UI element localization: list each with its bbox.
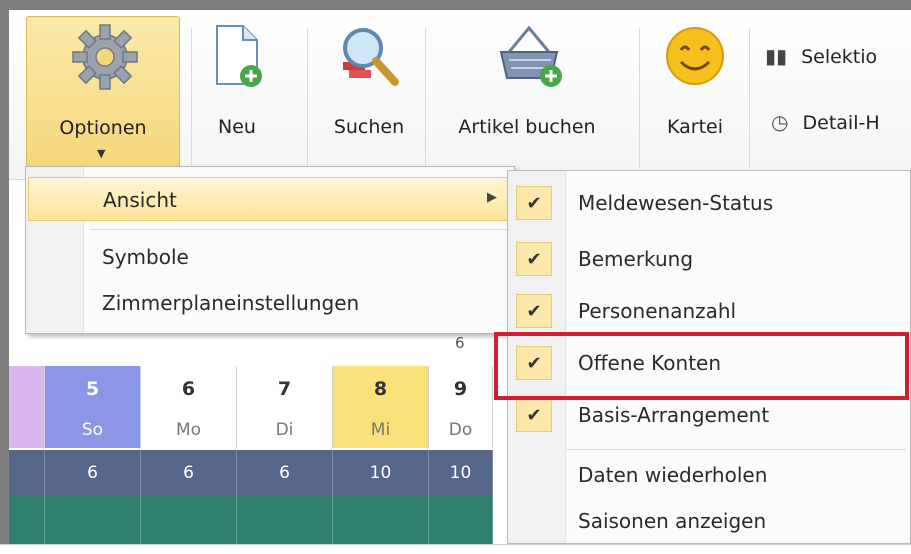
count-cell: 10: [333, 450, 429, 496]
smiley-icon: [666, 27, 724, 85]
detail-button[interactable]: ◷ Detail-H: [771, 110, 880, 134]
menu-item-label: Ansicht: [103, 188, 177, 212]
options-button[interactable]: Optionen ▼: [26, 16, 180, 174]
day-number-cell[interactable]: 8: [333, 366, 429, 412]
checkmark-icon: ✔: [516, 398, 552, 432]
calendar-status-row: [9, 496, 493, 544]
options-label: Optionen: [59, 117, 147, 139]
day-number-cell[interactable]: 7: [237, 366, 333, 412]
menu-item-room-plan-settings[interactable]: Zimmerplaneinstellungen: [28, 281, 512, 325]
menu-item-label: Saisonen anzeigen: [578, 509, 767, 533]
menu-item-repeat-data[interactable]: Daten wiederholen: [508, 449, 910, 501]
calendar-cell: [9, 496, 45, 544]
window-frame-left: [0, 0, 9, 554]
calendar-count-row: 6 6 6 10 10: [9, 450, 493, 496]
ribbon-separator: [307, 28, 308, 168]
menu-separator: [90, 229, 508, 230]
calendar-cell: [141, 496, 237, 544]
new-button[interactable]: Neu: [197, 16, 277, 174]
window-frame-bottom: [0, 544, 911, 554]
chevron-down-icon: ▼: [97, 147, 106, 160]
day-name-cell: Mo: [141, 412, 237, 448]
calendar-cell: [333, 496, 429, 544]
menu-item-view[interactable]: Ansicht ▶: [28, 177, 512, 221]
calendar-day-name-row: So Mo Di Mi Do: [9, 412, 493, 448]
book-item-button[interactable]: Artikel buchen: [431, 16, 623, 174]
new-label: Neu: [218, 116, 256, 138]
menu-item-symbols[interactable]: Symbole: [28, 235, 512, 279]
binoculars-icon: ▮▮: [765, 44, 788, 68]
gear-icon: [72, 24, 138, 90]
menu-item-remark[interactable]: ✔ Bemerkung: [508, 233, 910, 285]
menu-item-label: Meldewesen-Status: [578, 191, 774, 215]
menu-item-label: Daten wiederholen: [578, 463, 768, 487]
search-button[interactable]: Suchen: [317, 16, 421, 174]
day-number-cell[interactable]: 5: [45, 366, 141, 412]
ribbon-separator: [191, 28, 192, 168]
book-item-label: Artikel buchen: [458, 116, 596, 138]
magnifier-icon: [343, 28, 399, 86]
calendar-partial-label: 6: [455, 334, 465, 352]
ribbon-separator: [425, 28, 426, 168]
menu-item-label: Basis-Arrangement: [578, 403, 770, 427]
count-cell: 6: [237, 450, 333, 496]
menu-item-label: Personenanzahl: [578, 299, 737, 323]
card-index-label: Kartei: [667, 116, 723, 138]
search-label: Suchen: [333, 116, 405, 138]
submenu-arrow-icon: ▶: [487, 190, 497, 205]
ribbon-separator: [749, 28, 750, 168]
checkmark-icon: ✔: [516, 294, 552, 328]
calendar-cell: [429, 496, 493, 544]
checkmark-icon: ✔: [516, 242, 552, 276]
day-name-cell: Mi: [333, 412, 429, 448]
checkmark-icon: ✔: [516, 186, 552, 220]
calendar-cell: [9, 366, 45, 412]
options-dropdown-menu: Ansicht ▶ Symbole Zimmerplaneinstellunge…: [25, 166, 515, 334]
selection-label: Selektio: [801, 46, 878, 68]
window-frame-top: [0, 0, 911, 10]
count-cell: 6: [45, 450, 141, 496]
new-document-icon: [216, 25, 262, 87]
ribbon-separator: [639, 28, 640, 168]
detail-label: Detail-H: [802, 112, 880, 134]
day-name-cell: Di: [237, 412, 333, 448]
selection-button[interactable]: ▮▮ Selektio: [765, 44, 877, 68]
calendar-cell: [237, 496, 333, 544]
menu-item-label: Zimmerplaneinstellungen: [102, 291, 360, 315]
basket-icon: [499, 25, 562, 87]
day-name-cell: Do: [429, 412, 493, 448]
calendar-cell: [45, 496, 141, 544]
day-number-cell[interactable]: 6: [141, 366, 237, 412]
highlight-annotation-box: [494, 332, 909, 400]
day-number-cell[interactable]: 9: [429, 366, 493, 412]
menu-item-label: Symbole: [102, 245, 189, 269]
count-cell: 6: [141, 450, 237, 496]
calendar-cell: [9, 412, 45, 448]
calendar-cell: [9, 450, 45, 496]
ribbon-toolbar: Optionen ▼ Neu Suchen Artikel buchen Kar…: [9, 10, 911, 180]
menu-item-show-seasons[interactable]: Saisonen anzeigen: [508, 495, 910, 547]
day-name-cell: So: [45, 412, 141, 448]
card-index-button[interactable]: Kartei: [647, 16, 743, 174]
menu-item-registration-status[interactable]: ✔ Meldewesen-Status: [508, 177, 910, 229]
clock-icon: ◷: [771, 110, 789, 134]
menu-item-label: Bemerkung: [578, 247, 694, 271]
menu-item-person-count[interactable]: ✔ Personenanzahl: [508, 285, 910, 337]
count-cell: 10: [429, 450, 493, 496]
calendar-day-number-row: 5 6 7 8 9: [9, 366, 493, 412]
